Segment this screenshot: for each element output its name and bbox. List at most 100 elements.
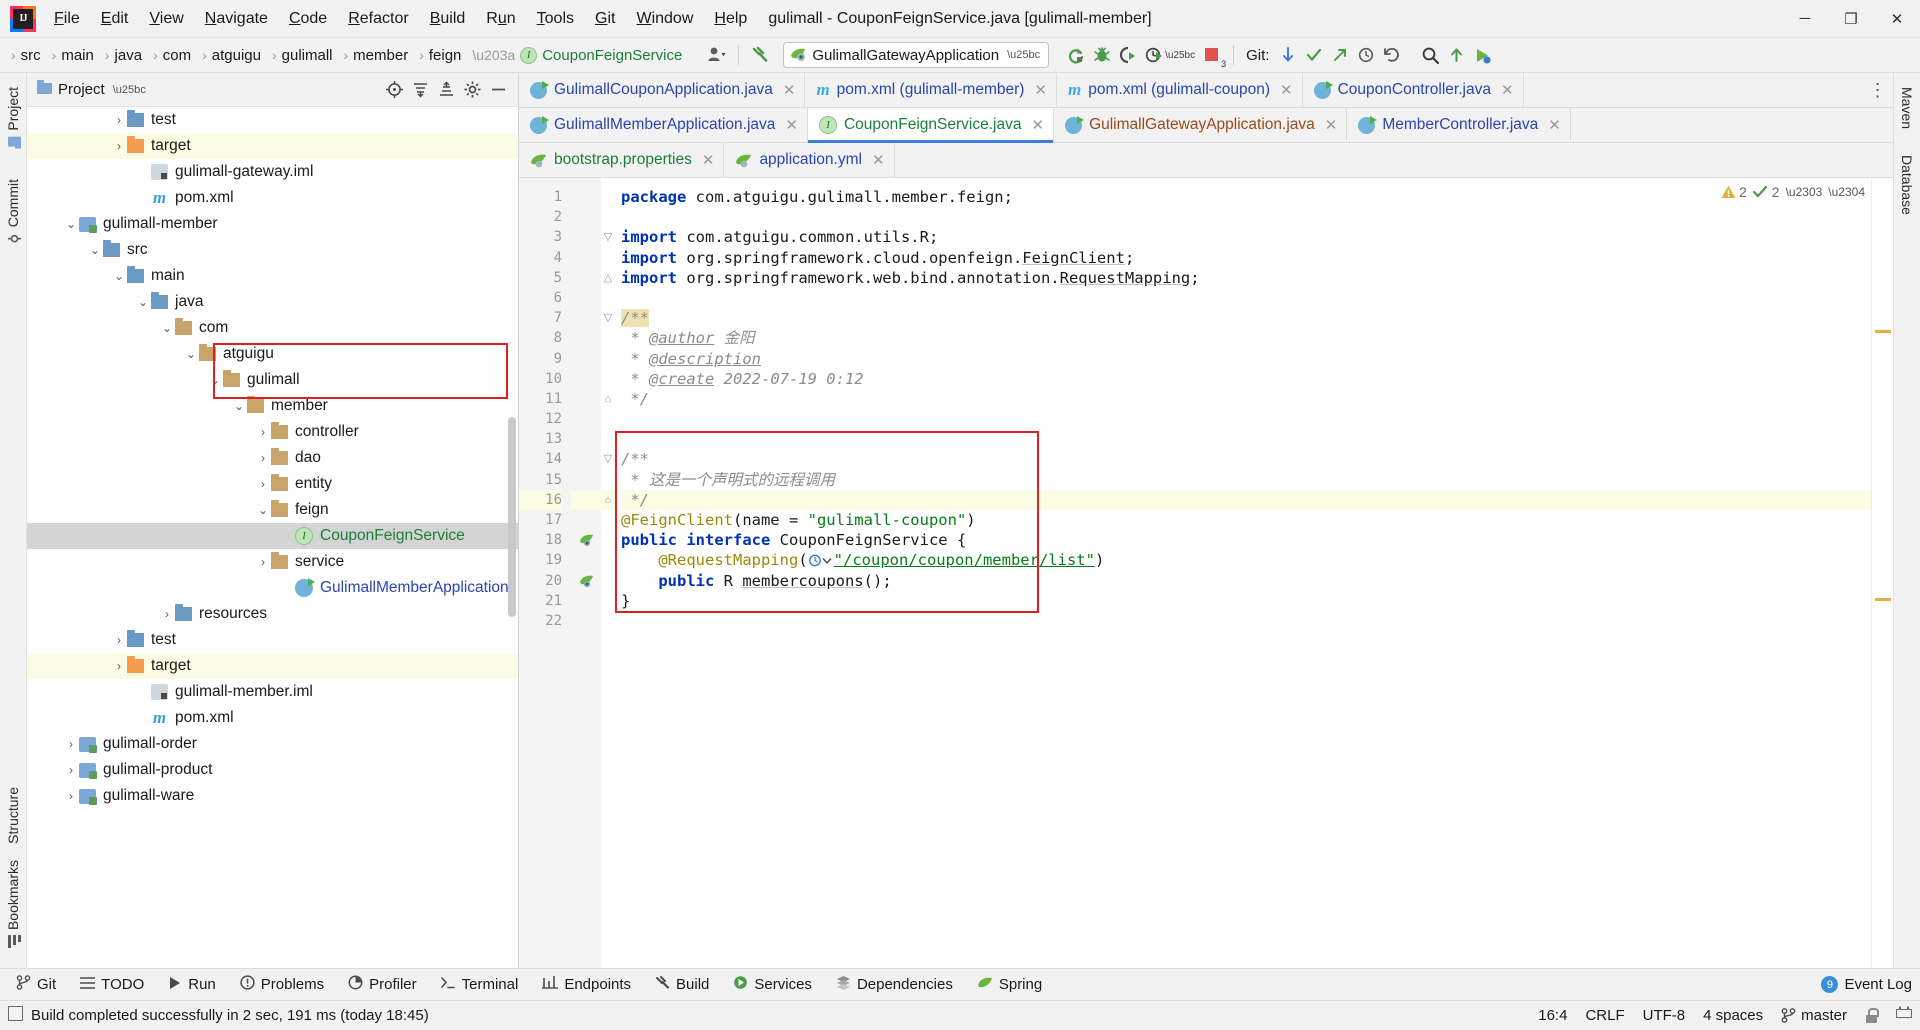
fold-marker[interactable]: ▽ <box>601 227 615 247</box>
user-profile-icon[interactable] <box>704 42 730 68</box>
chevron-right-icon[interactable]: › <box>111 113 127 127</box>
inspection-summary[interactable]: 2 2 \u2303 \u2304 <box>1721 184 1865 200</box>
tree-node-gulimall-order[interactable]: › gulimall-order <box>27 731 518 757</box>
close-icon[interactable]: ✕ <box>702 151 715 169</box>
sidebar-item-commit[interactable]: Commit <box>2 171 24 253</box>
code-folding-gutter[interactable]: ▽ △ ▽ ⌂ ▽ ⌂ <box>601 178 615 968</box>
chevron-right-icon[interactable]: › <box>135 685 151 699</box>
breadcrumb-main[interactable]: › main <box>45 45 98 66</box>
menu-tools[interactable]: Tools <box>527 6 584 32</box>
code-line[interactable]: @FeignClient(name = "gulimall-coupon") <box>621 510 1893 530</box>
chevron-right-icon[interactable]: › <box>279 581 295 595</box>
close-icon[interactable]: ✕ <box>1325 116 1338 134</box>
project-title-dropdown[interactable]: Project \u25bc <box>31 77 152 102</box>
code-editor[interactable]: 1 2 3 4 5 6 7 8 9 10 11 12 13 14 15 16 17 18 19 20 21 22 ▽ △ ▽ ⌂… <box>519 178 1893 968</box>
close-icon[interactable]: ✕ <box>1034 81 1047 99</box>
tree-node-pom-xml[interactable]: ›m pom.xml <box>27 185 518 211</box>
select-opened-file-button[interactable] <box>382 78 406 102</box>
chevron-down-icon[interactable]: ⌄ <box>207 373 223 387</box>
git-update-icon[interactable] <box>1275 42 1301 68</box>
chevron-right-icon[interactable]: › <box>135 711 151 725</box>
minimize-button[interactable]: ─ <box>1782 0 1828 38</box>
request-mapping-icon[interactable] <box>808 551 834 569</box>
build-hammer-icon[interactable] <box>747 42 773 68</box>
git-branch[interactable]: master <box>1781 1007 1847 1024</box>
chevron-down-icon[interactable]: ⌄ <box>231 399 247 413</box>
debug-button[interactable] <box>1089 42 1115 68</box>
tree-node-couponfeignservice[interactable]: ›I CouponFeignService <box>27 523 518 549</box>
chevron-right-icon[interactable]: › <box>279 529 295 543</box>
chevron-right-icon[interactable]: › <box>255 425 271 439</box>
chevron-down-icon[interactable]: ⌄ <box>183 347 199 361</box>
menu-refactor[interactable]: Refactor <box>338 6 418 32</box>
inspection-marker-bar[interactable] <box>1871 178 1893 968</box>
tool-window-run[interactable]: Run <box>156 972 228 998</box>
indent-setting[interactable]: 4 spaces <box>1703 1007 1763 1024</box>
editor-tab-gulimallcouponapplication-java[interactable]: GulimallCouponApplication.java ✕ <box>519 73 806 107</box>
breadcrumb-java[interactable]: › java <box>98 45 146 66</box>
tool-window-terminal[interactable]: Terminal <box>429 972 531 998</box>
breadcrumb-atguigu[interactable]: › atguigu <box>195 45 265 66</box>
tree-node-gulimall-member[interactable]: ⌄ gulimall-member <box>27 211 518 237</box>
code-line[interactable]: package com.atguigu.gulimall.member.feig… <box>621 187 1893 207</box>
code-line[interactable]: /** <box>621 449 1893 469</box>
menu-file[interactable]: File <box>44 6 90 32</box>
code-line[interactable]: */ <box>621 389 1893 409</box>
code-line[interactable]: import com.atguigu.common.utils.R; <box>621 227 1893 247</box>
menu-code[interactable]: Code <box>279 6 337 32</box>
update-project-icon[interactable] <box>1443 42 1469 68</box>
tab-overflow-menu-icon[interactable]: ⋮ <box>1863 73 1893 107</box>
sidebar-item-structure[interactable]: Structure <box>2 779 24 852</box>
chevron-down-icon[interactable]: ⌄ <box>159 321 175 335</box>
chevron-right-icon[interactable]: › <box>135 191 151 205</box>
chevron-right-icon[interactable]: › <box>111 633 127 647</box>
search-icon[interactable] <box>1417 42 1443 68</box>
editor-tab-couponfeignservice-java[interactable]: I CouponFeignService.java ✕ <box>807 108 1055 143</box>
tree-node-member[interactable]: ⌄ member <box>27 393 518 419</box>
chevron-right-icon[interactable]: › <box>63 763 79 777</box>
profiler-button[interactable] <box>1141 42 1167 68</box>
tree-node-target[interactable]: › target <box>27 133 518 159</box>
code-text[interactable]: package com.atguigu.gulimall.member.feig… <box>615 178 1893 968</box>
chevron-down-icon[interactable]: ⌄ <box>111 269 127 283</box>
chevron-up-icon[interactable]: \u2303 <box>1786 185 1823 199</box>
editor-tab-application-yml[interactable]: application.yml ✕ <box>724 143 895 177</box>
code-line[interactable] <box>621 207 1893 227</box>
chevron-down-icon[interactable]: \u2304 <box>1828 185 1865 199</box>
tree-node-resources[interactable]: › resources <box>27 601 518 627</box>
chevron-down-icon[interactable]: ⌄ <box>87 243 103 257</box>
chevron-down-icon[interactable]: ⌄ <box>255 503 271 517</box>
code-line[interactable]: * @create 2022-07-19 0:12 <box>621 369 1893 389</box>
menu-help[interactable]: Help <box>704 6 757 32</box>
breadcrumb-feign[interactable]: › feign <box>412 45 465 66</box>
fold-marker[interactable]: ▽ <box>601 308 615 328</box>
sidebar-item-maven[interactable]: Maven <box>1896 79 1918 137</box>
fold-marker[interactable]: ⌂ <box>601 389 615 409</box>
chevron-right-icon[interactable]: › <box>255 477 271 491</box>
code-line[interactable] <box>621 409 1893 429</box>
code-line[interactable] <box>621 288 1893 308</box>
tree-node-gulimall-gateway-iml[interactable]: › gulimall-gateway.iml <box>27 159 518 185</box>
tool-window-services[interactable]: Services <box>721 971 824 998</box>
tool-window-endpoints[interactable]: Endpoints <box>530 972 643 998</box>
close-icon[interactable]: ✕ <box>1501 81 1514 99</box>
menu-git[interactable]: Git <box>585 6 625 32</box>
code-line[interactable]: */ <box>621 489 1893 510</box>
chevron-down-icon[interactable]: ⌄ <box>63 217 79 231</box>
tree-node-pom-xml[interactable]: ›m pom.xml <box>27 705 518 731</box>
tree-node-gulimall-ware[interactable]: › gulimall-ware <box>27 783 518 809</box>
editor-tab-gulimallmemberapplication-java[interactable]: GulimallMemberApplication.java ✕ <box>519 108 808 142</box>
memory-indicator[interactable] <box>1896 1006 1912 1025</box>
menu-run[interactable]: Run <box>476 6 525 32</box>
code-line[interactable]: } <box>621 591 1893 611</box>
close-icon[interactable]: ✕ <box>872 151 885 169</box>
tree-node-atguigu[interactable]: ⌄ atguigu <box>27 341 518 367</box>
code-line[interactable] <box>621 429 1893 449</box>
undo-icon[interactable] <box>1379 42 1405 68</box>
maximize-button[interactable]: ❐ <box>1828 0 1874 38</box>
tool-window-todo[interactable]: TODO <box>68 972 156 998</box>
code-line[interactable]: import org.springframework.cloud.openfei… <box>621 248 1893 268</box>
menu-navigate[interactable]: Navigate <box>195 6 278 32</box>
profiler-dropdown-icon[interactable]: \u25bc <box>1165 42 1195 68</box>
sidebar-item-project[interactable]: Project <box>2 79 24 157</box>
